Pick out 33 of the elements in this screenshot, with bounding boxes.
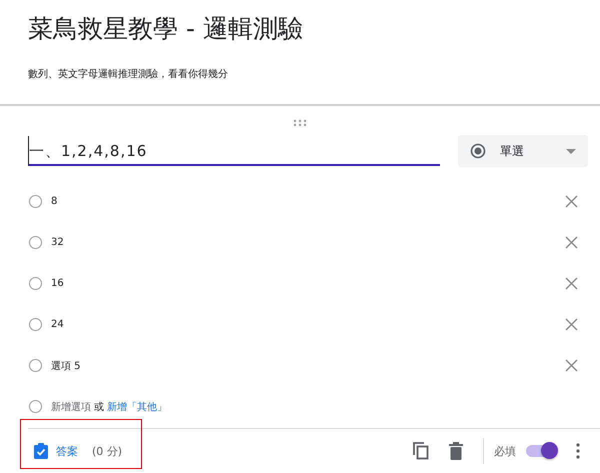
radio-button[interactable]: [29, 195, 42, 208]
close-icon[interactable]: [565, 195, 578, 208]
add-option-text[interactable]: 新增選項: [51, 400, 91, 414]
question-input[interactable]: 一、1,2,4,8,16: [28, 136, 440, 166]
question-type-dropdown[interactable]: 單選: [458, 135, 588, 167]
add-other-link[interactable]: 新增「其他」: [107, 400, 167, 414]
form-title: 菜鳥救星教學 - 邏輯測驗: [28, 13, 304, 45]
drag-handle-icon[interactable]: [293, 119, 307, 127]
answer-key-button[interactable]: 答案: [28, 443, 78, 459]
more-icon: [576, 443, 580, 459]
option-label[interactable]: 24: [51, 319, 556, 330]
radio-button[interactable]: [29, 277, 42, 290]
radio-icon: [470, 143, 486, 159]
copy-icon: [413, 442, 429, 460]
option-label[interactable]: 選項 5: [51, 358, 556, 372]
separator-text: 或: [94, 400, 104, 414]
option-label[interactable]: 16: [51, 278, 556, 289]
caret-icon: [566, 148, 576, 154]
option-label[interactable]: 32: [51, 237, 556, 248]
clipboard-check-icon: [34, 443, 48, 459]
close-icon[interactable]: [565, 318, 578, 331]
trash-icon: [449, 442, 463, 460]
radio-button[interactable]: [29, 318, 42, 331]
required-switch[interactable]: [524, 442, 558, 460]
close-icon[interactable]: [565, 236, 578, 249]
close-icon[interactable]: [565, 359, 578, 372]
required-label: 必填: [494, 444, 516, 458]
option-label[interactable]: 8: [51, 196, 556, 207]
radio-button[interactable]: [29, 359, 42, 372]
form-description: 數列、英文字母邏輯推理測驗，看看你得幾分: [28, 68, 229, 81]
points-text: (0 分): [92, 444, 124, 458]
radio-button[interactable]: [29, 236, 42, 249]
close-icon[interactable]: [565, 277, 578, 290]
